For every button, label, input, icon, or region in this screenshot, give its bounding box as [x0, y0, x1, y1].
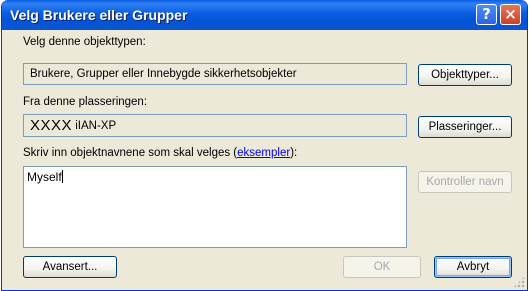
help-button[interactable]: ? — [476, 4, 497, 25]
close-icon: × — [504, 5, 517, 23]
location-value: iIAN-XP — [75, 120, 117, 132]
object-names-input[interactable]: Myself — [23, 166, 407, 248]
location-redacted-prefix: XXXX — [30, 117, 73, 134]
object-types-button[interactable]: Objekttyper... — [418, 64, 512, 86]
names-label-suffix: ): — [290, 147, 298, 159]
object-type-field: Brukere, Grupper eller Innebygde sikkerh… — [23, 63, 407, 85]
advanced-button[interactable]: Avansert... — [23, 256, 117, 278]
names-label: Skriv inn objektnavnene som skal velges … — [23, 147, 297, 159]
title-bar[interactable]: Velg Brukere eller Grupper ? × — [2, 0, 527, 30]
ok-button[interactable]: OK — [343, 256, 421, 278]
resize-grip-icon[interactable] — [513, 276, 525, 288]
cancel-button[interactable]: Avbryt — [434, 256, 512, 278]
check-names-button[interactable]: Kontroller navn — [418, 171, 512, 193]
examples-link[interactable]: eksempler — [237, 147, 290, 159]
locations-button[interactable]: Plasseringer... — [418, 116, 512, 138]
location-field: XXXX iIAN-XP — [23, 114, 407, 137]
close-button[interactable]: × — [500, 4, 521, 25]
help-icon: ? — [482, 5, 491, 23]
object-names-value: Myself — [27, 170, 62, 184]
names-label-text: Skriv inn objektnavnene som skal velges … — [23, 147, 238, 159]
location-label: Fra denne plasseringen: — [23, 96, 148, 108]
object-type-label: Velg denne objekttypen: — [23, 36, 146, 48]
dialog-window: Velg Brukere eller Grupper ? × Velg denn… — [1, 0, 528, 291]
window-title: Velg Brukere eller Grupper — [10, 7, 188, 23]
text-caret — [61, 170, 63, 183]
